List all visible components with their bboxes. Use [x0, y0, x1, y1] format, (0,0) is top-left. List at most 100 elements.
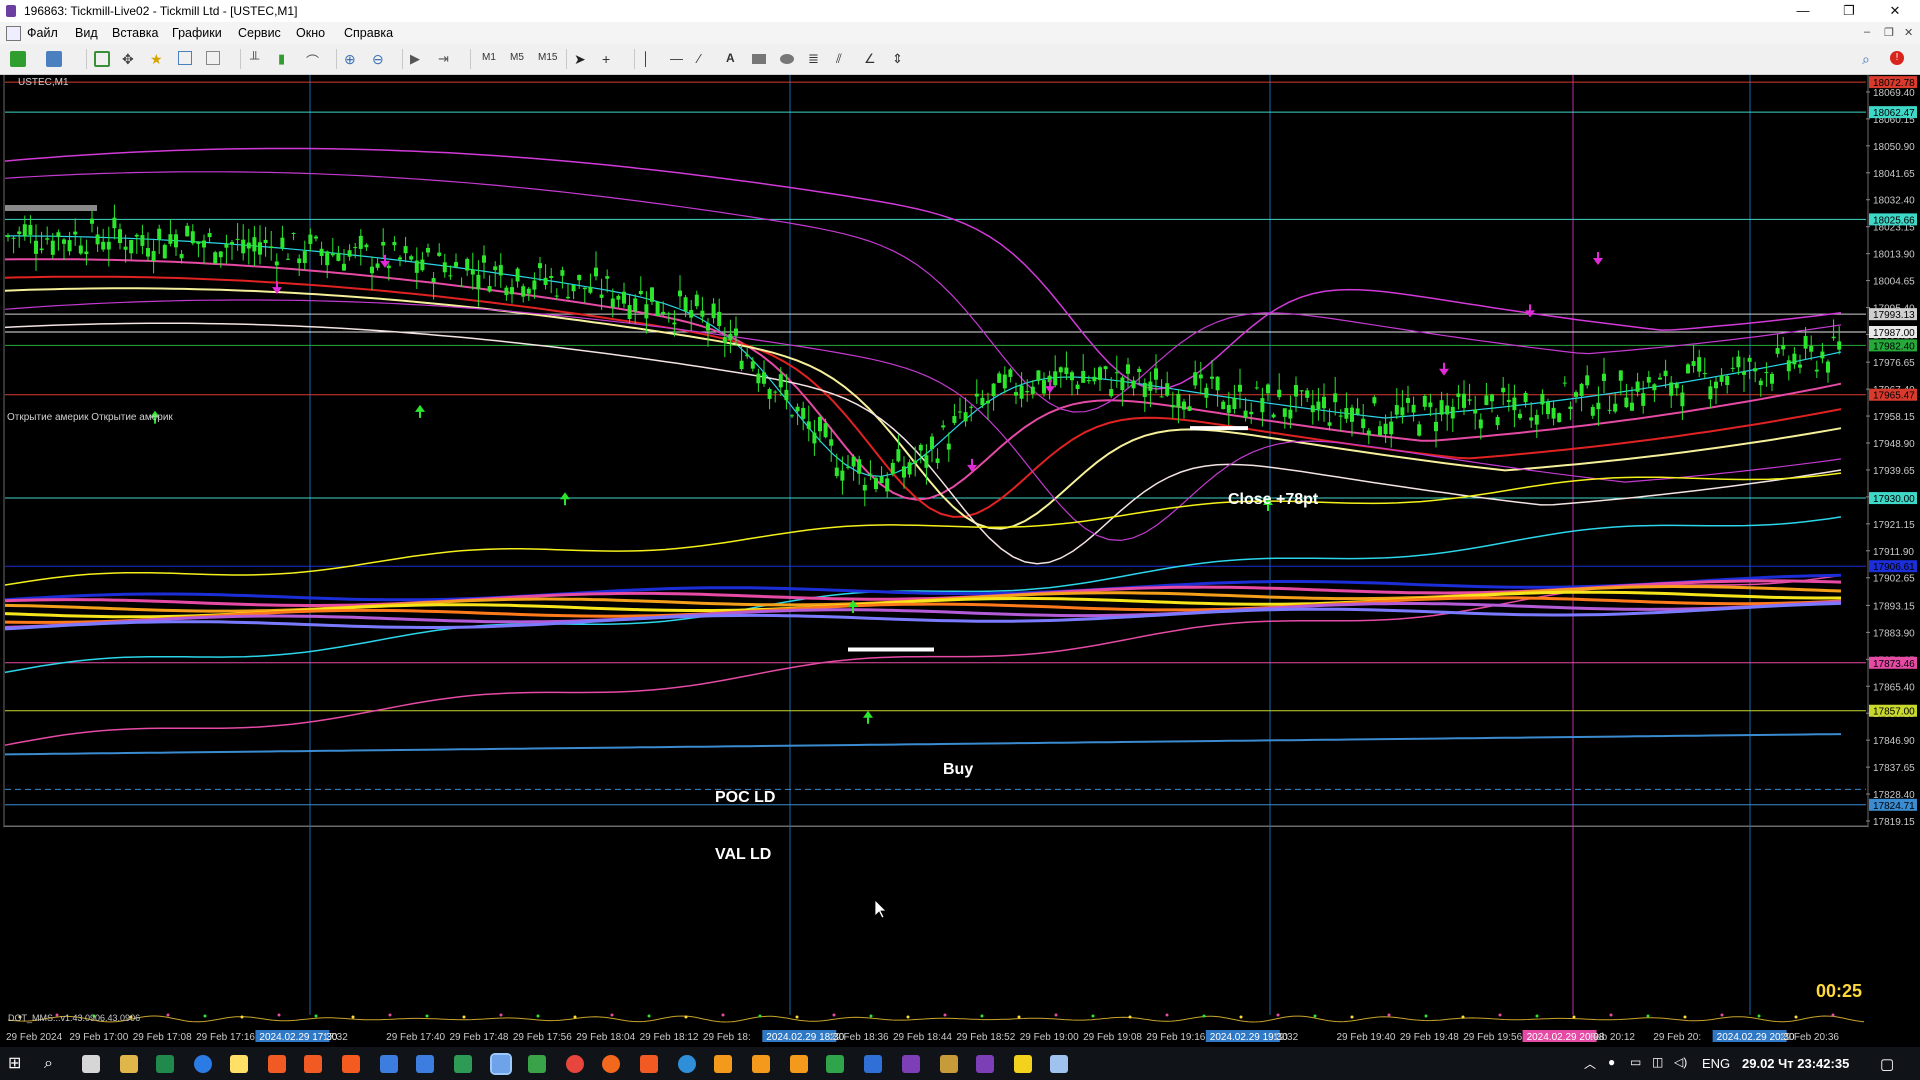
candle-body: [890, 462, 895, 474]
trading-app-icon-3[interactable]: [454, 1055, 472, 1073]
candle-body: [700, 310, 705, 317]
app-icon-blue[interactable]: [194, 1055, 212, 1073]
candle-body: [538, 263, 542, 269]
vertical-line-icon[interactable]: │: [642, 51, 658, 67]
brave-icon-3[interactable]: [640, 1055, 658, 1073]
chart-shift-icon[interactable]: ⇥: [438, 51, 454, 67]
menu-charts[interactable]: Графики: [172, 26, 222, 40]
trading-app-icon[interactable]: [380, 1055, 398, 1073]
rectangle-tool-icon[interactable]: [752, 54, 766, 64]
line-chart-icon[interactable]: ⌒: [306, 51, 322, 69]
gann-icon[interactable]: ∠: [864, 51, 880, 67]
app-icon-yellow[interactable]: [1014, 1055, 1032, 1073]
candle-body: [1798, 364, 1802, 368]
text-tool-icon[interactable]: A: [726, 51, 742, 67]
app-icon-a-3[interactable]: [790, 1055, 808, 1073]
profiles-icon[interactable]: [46, 51, 62, 67]
app-icon-box[interactable]: [940, 1055, 958, 1073]
data-window-icon[interactable]: ★: [150, 51, 166, 67]
menu-window[interactable]: Окно: [296, 26, 325, 40]
terminal-icon[interactable]: [178, 51, 192, 65]
candle-body: [1714, 381, 1718, 389]
app-icon-purple[interactable]: [902, 1055, 920, 1073]
candle-body: [1103, 366, 1108, 370]
candle-body: [498, 265, 503, 276]
menu-view[interactable]: Вид: [75, 26, 98, 40]
menu-insert[interactable]: Вставка: [112, 26, 158, 40]
search-icon[interactable]: ⌕: [1862, 51, 1878, 67]
timeframe-m15[interactable]: M15: [538, 52, 557, 63]
chart-window-icon[interactable]: [6, 26, 21, 41]
notification-icon[interactable]: !: [1890, 51, 1904, 65]
navigator-icon[interactable]: ✥: [122, 51, 138, 67]
brave-icon-2[interactable]: [304, 1055, 322, 1073]
cursor-icon[interactable]: ➤: [574, 51, 590, 67]
app-icon-light[interactable]: [1050, 1055, 1068, 1073]
windows-start-icon[interactable]: ⊞: [8, 1055, 26, 1073]
firefox-icon[interactable]: [602, 1055, 620, 1073]
arrows-tool-icon[interactable]: ⇕: [892, 51, 908, 67]
metatrader-icon[interactable]: [490, 1053, 512, 1075]
candle-body: [1120, 377, 1125, 391]
market-watch-icon[interactable]: [94, 51, 110, 67]
app-icon-blue-2[interactable]: [864, 1055, 882, 1073]
language-indicator[interactable]: ENG: [1702, 1056, 1730, 1071]
crosshair-icon[interactable]: +: [602, 51, 618, 67]
oscillator-dot: [203, 1014, 207, 1018]
candle-body: [778, 374, 783, 388]
strategy-tester-icon[interactable]: [206, 51, 220, 65]
candle-body: [1646, 376, 1651, 383]
app-icon-purple-2[interactable]: [976, 1055, 994, 1073]
menu-file[interactable]: Файл: [27, 26, 58, 40]
volume-icon[interactable]: ◁): [1674, 1055, 1687, 1069]
close-button[interactable]: ✕: [1872, 0, 1918, 22]
candlestick-icon[interactable]: ▮: [278, 51, 294, 67]
chrome-icon[interactable]: [566, 1055, 584, 1073]
zoom-in-icon[interactable]: ⊕: [344, 51, 360, 67]
candle-body: [1109, 389, 1114, 397]
battery-icon[interactable]: ▭: [1630, 1055, 1641, 1069]
app-icon-chart[interactable]: [826, 1055, 844, 1073]
menu-tools[interactable]: Сервис: [238, 26, 281, 40]
restore-button[interactable]: ❐: [1826, 0, 1872, 22]
app-icon-a-2[interactable]: [752, 1055, 770, 1073]
brave-icon[interactable]: [268, 1055, 286, 1073]
autoscroll-icon[interactable]: ▶: [410, 51, 426, 67]
clock[interactable]: 29.02 Чт 23:42:35: [1742, 1056, 1849, 1071]
app-icon-orange[interactable]: [342, 1055, 360, 1073]
app-icon-round[interactable]: [678, 1055, 696, 1073]
bar-chart-icon[interactable]: ╨: [250, 51, 266, 67]
candle-body: [398, 257, 402, 260]
search-taskbar-icon[interactable]: ⌕: [44, 1055, 62, 1073]
notifications-icon[interactable]: ▢: [1880, 1055, 1894, 1073]
candle-body: [834, 467, 839, 476]
mdi-minimize-icon[interactable]: ‒: [1864, 26, 1870, 38]
candle-body: [118, 229, 122, 244]
mdi-restore-icon[interactable]: ❐: [1884, 26, 1894, 39]
excel-icon[interactable]: [156, 1055, 174, 1073]
tray-chevron-icon[interactable]: ︿: [1584, 1055, 1596, 1072]
timeframe-m1[interactable]: M1: [482, 52, 496, 63]
fibonacci-icon[interactable]: ≣: [808, 51, 824, 67]
zoom-out-icon[interactable]: ⊖: [372, 51, 388, 67]
app-icon-green[interactable]: [528, 1055, 546, 1073]
channel-icon[interactable]: ⫽: [836, 51, 852, 67]
candle-body: [353, 247, 358, 249]
app-icon-a[interactable]: [714, 1055, 732, 1073]
timeframe-m5[interactable]: M5: [510, 52, 524, 63]
new-chart-icon[interactable]: [10, 51, 26, 67]
trading-app-icon-2[interactable]: [416, 1055, 434, 1073]
trendline-icon[interactable]: ∕: [698, 51, 714, 67]
menu-help[interactable]: Справка: [344, 26, 393, 40]
file-explorer-icon[interactable]: [120, 1055, 138, 1073]
tray-app-icon[interactable]: ●: [1608, 1055, 1615, 1069]
network-icon[interactable]: ◫: [1652, 1055, 1663, 1069]
mdi-close-icon[interactable]: ✕: [1904, 26, 1913, 39]
price-chart[interactable]: 18078.6518069.4018060.1518050.9018041.65…: [0, 75, 1920, 1047]
candle-body: [823, 423, 828, 438]
task-view-icon[interactable]: [82, 1055, 100, 1073]
ellipse-tool-icon[interactable]: [780, 54, 794, 64]
horizontal-line-icon[interactable]: —: [670, 51, 686, 67]
minimize-button[interactable]: —: [1780, 0, 1826, 22]
notes-icon[interactable]: [230, 1055, 248, 1073]
